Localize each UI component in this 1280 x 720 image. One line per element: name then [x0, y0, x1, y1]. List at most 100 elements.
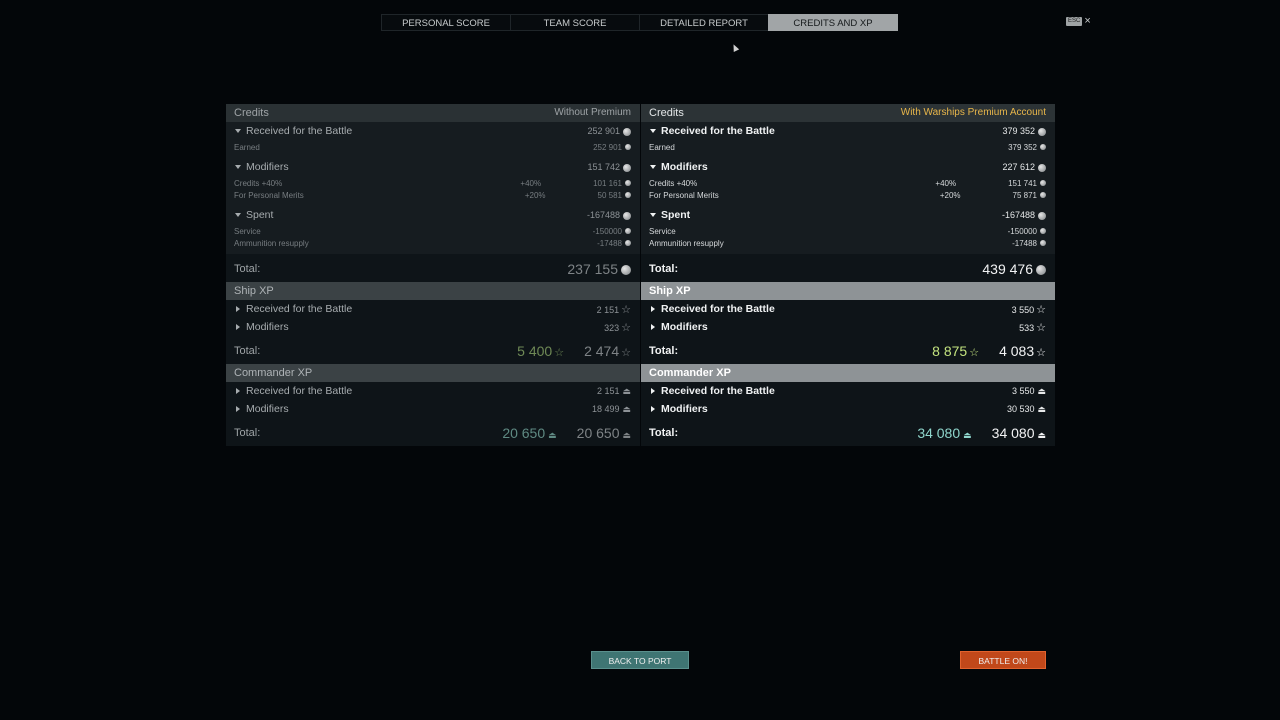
credits-coin-icon [1040, 228, 1046, 235]
credits-coin-icon [623, 127, 631, 136]
total-label: Total: [234, 345, 261, 357]
ammo-value: -17488 [1012, 238, 1037, 248]
credits-bonus-pct: +40% [935, 178, 957, 188]
credits-coin-icon [1038, 127, 1046, 136]
commander-xp-icon: ⏏ [1037, 430, 1046, 440]
credits-coin-icon [1040, 240, 1046, 247]
credits-bonus-label: Credits +40% [649, 178, 698, 188]
credits-coin-icon [625, 240, 631, 247]
xp-star-icon: ☆ [1036, 321, 1046, 334]
earned-label: Earned [234, 142, 260, 152]
total-label: Total: [234, 263, 261, 275]
commander-received-label: Received for the Battle [246, 385, 353, 397]
ship-modifiers-row[interactable]: Modifiers 533 ☆ [641, 318, 1055, 336]
ship-received-label: Received for the Battle [246, 303, 353, 315]
credits-bonus-row: Credits +40% +40% 101 161 [226, 177, 640, 189]
commander-modifiers-label: Modifiers [246, 403, 289, 415]
ship-received-value: 2 151 [596, 304, 620, 315]
commander-xp-header: Commander XP [641, 364, 1055, 382]
credits-bonus-row: Credits +40% +40% 151 741 [641, 177, 1055, 189]
credits-coin-icon [623, 163, 631, 172]
received-for-battle-row[interactable]: Received for the Battle 252 901 [226, 122, 640, 140]
commander-xp-icon: ⏏ [1037, 385, 1046, 396]
modifiers-row[interactable]: Modifiers 227 612 [641, 158, 1055, 176]
commander-total-value: 34 080 [991, 425, 1035, 441]
xp-star-icon: ☆ [1036, 303, 1046, 316]
merits-label: For Personal Merits [234, 190, 304, 200]
merits-value: 75 871 [1012, 190, 1037, 200]
credits-coin-icon [621, 265, 631, 276]
ship-xp-header: Ship XP [226, 282, 640, 300]
earned-row: Earned 379 352 [641, 141, 1055, 153]
collapse-arrow-icon [235, 164, 241, 169]
ship-modifiers-value: 533 [1019, 322, 1035, 333]
commander-xp-icon: ⏏ [622, 385, 631, 396]
ship-received-row[interactable]: Received for the Battle 3 550 ☆ [641, 300, 1055, 318]
ship-total-value: 4 083 [999, 343, 1035, 359]
tab-detailed-report[interactable]: DETAILED REPORT [639, 14, 768, 31]
credits-coin-icon [625, 144, 631, 151]
merits-label: For Personal Merits [649, 190, 719, 200]
commander-received-row[interactable]: Received for the Battle 2 151 ⏏ [226, 382, 640, 400]
received-label: Received for the Battle [661, 125, 775, 137]
spent-row[interactable]: Spent -167488 [226, 206, 640, 224]
with-premium-panel: Credits With Warships Premium Account Re… [641, 104, 1055, 446]
ammo-row: Ammunition resupply -17488 [641, 237, 1055, 249]
spent-value: -167488 [1001, 210, 1035, 220]
credits-coin-icon [625, 228, 631, 235]
tab-team-score[interactable]: TEAM SCORE [510, 14, 639, 31]
earned-value: 252 901 [593, 142, 622, 152]
ship-modifiers-value: 323 [604, 322, 620, 333]
spent-row[interactable]: Spent -167488 [641, 206, 1055, 224]
commander-total-elite-value: 20 650 [502, 425, 546, 441]
expand-arrow-icon [236, 387, 240, 394]
back-to-port-button[interactable]: BACK TO PORT [591, 651, 689, 669]
ship-total-free-value: 5 400 [517, 343, 553, 359]
credits-coin-icon [1036, 265, 1046, 276]
commander-modifiers-row[interactable]: Modifiers 18 499 ⏏ [226, 400, 640, 418]
collapse-arrow-icon [650, 212, 656, 217]
tab-credits-and-xp[interactable]: CREDITS AND XP [768, 14, 898, 31]
xp-star-icon: ☆ [621, 303, 631, 316]
commander-total-row: Total: 20 650 ⏏ 20 650 ⏏ [226, 420, 640, 446]
commander-xp-icon: ⏏ [622, 403, 631, 414]
modifiers-value: 227 612 [1002, 162, 1035, 172]
ammo-row: Ammunition resupply -17488 [226, 237, 640, 249]
expand-arrow-icon [236, 323, 240, 330]
esc-key-label: ESC [1066, 17, 1083, 26]
credits-coin-icon [1040, 144, 1046, 151]
mouse-cursor-icon [730, 43, 740, 52]
commander-xp-icon: ⏏ [1037, 403, 1046, 414]
service-label: Service [234, 226, 261, 236]
battle-button[interactable]: BATTLE ON! [960, 651, 1046, 669]
merits-pct: +20% [524, 190, 546, 200]
total-label: Total: [649, 345, 679, 357]
received-for-battle-row[interactable]: Received for the Battle 379 352 [641, 122, 1055, 140]
modifiers-row[interactable]: Modifiers 151 742 [226, 158, 640, 176]
ship-received-value: 3 550 [1011, 304, 1035, 315]
close-button[interactable]: ESC × [1066, 16, 1091, 27]
merits-value: 50 581 [597, 190, 622, 200]
service-label: Service [649, 226, 676, 236]
tab-personal-score[interactable]: PERSONAL SCORE [381, 14, 510, 31]
premium-account-note: With Warships Premium Account [900, 107, 1046, 118]
xp-star-icon: ☆ [1036, 347, 1046, 359]
commander-total-value: 20 650 [576, 425, 620, 441]
credits-bonus-value: 151 741 [1008, 178, 1037, 188]
service-row: Service -150000 [641, 225, 1055, 237]
ship-modifiers-row[interactable]: Modifiers 323 ☆ [226, 318, 640, 336]
ship-xp-title: Ship XP [234, 285, 274, 297]
tab-bar: PERSONAL SCORE TEAM SCORE DETAILED REPOR… [381, 14, 898, 31]
ship-received-row[interactable]: Received for the Battle 2 151 ☆ [226, 300, 640, 318]
total-label: Total: [649, 263, 679, 275]
collapse-arrow-icon [650, 164, 656, 169]
total-label: Total: [234, 427, 261, 439]
commander-received-row[interactable]: Received for the Battle 3 550 ⏏ [641, 382, 1055, 400]
collapse-arrow-icon [650, 128, 656, 133]
commander-modifiers-label: Modifiers [661, 403, 708, 415]
earned-label: Earned [649, 142, 675, 152]
spent-value: -167488 [586, 210, 620, 220]
ship-total-row: Total: 8 875 ☆ 4 083 ☆ [641, 338, 1055, 364]
ship-total-free-value: 8 875 [932, 343, 968, 359]
commander-modifiers-row[interactable]: Modifiers 30 530 ⏏ [641, 400, 1055, 418]
